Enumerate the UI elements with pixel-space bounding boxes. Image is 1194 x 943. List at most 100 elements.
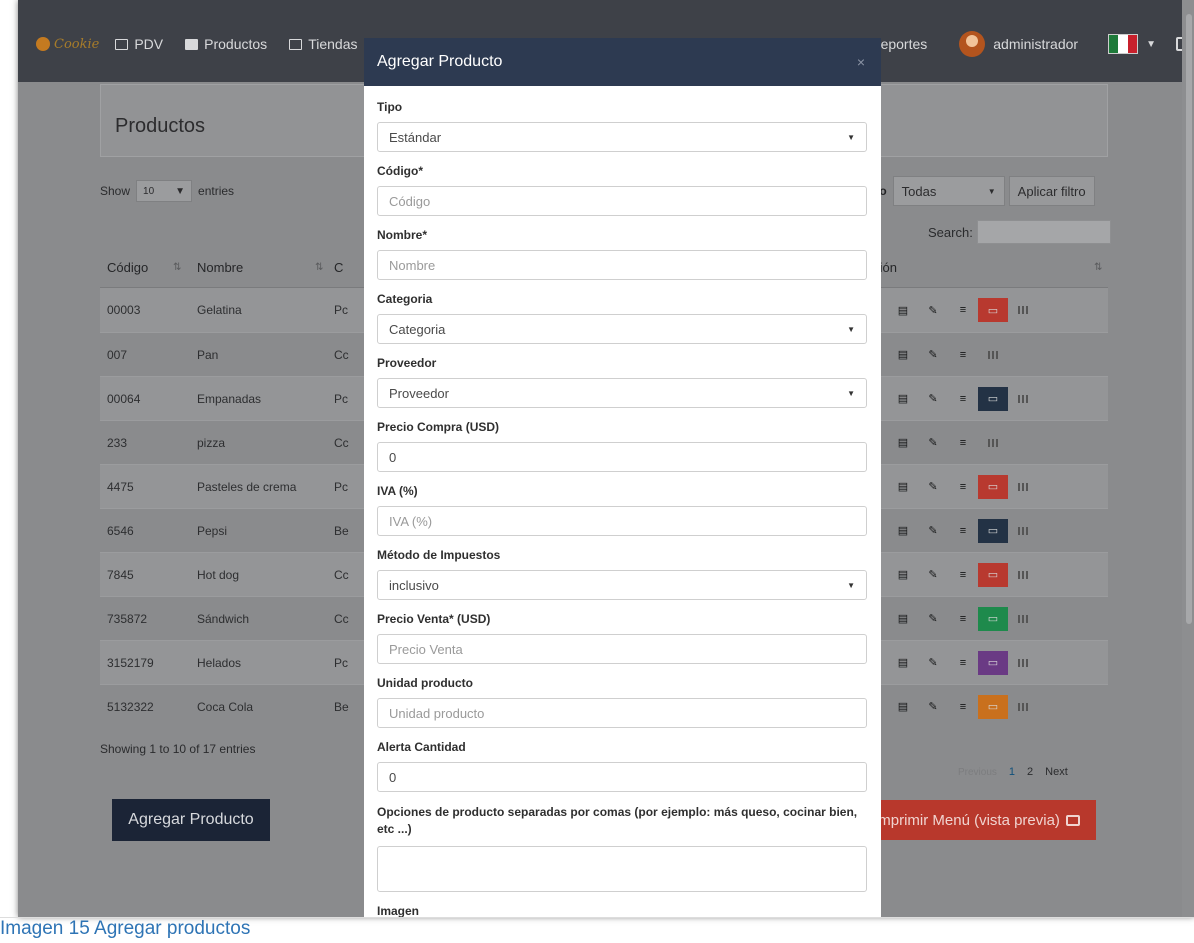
- select-field[interactable]: Categoria ▼: [377, 314, 867, 344]
- select-value: Estándar: [389, 129, 442, 145]
- document-icon[interactable]: ▤: [888, 607, 918, 631]
- app-logo[interactable]: Cookie: [36, 37, 99, 52]
- barcode-icon[interactable]: [1008, 651, 1038, 675]
- column-header-accion[interactable]: Acción⇅: [858, 248, 1108, 287]
- list-icon[interactable]: ≡: [948, 563, 978, 587]
- cell-acciones: ✖▤✎≡▭: [858, 509, 1108, 552]
- edit-icon[interactable]: ✎: [918, 298, 948, 322]
- nav-item-tiendas[interactable]: Tiendas: [289, 36, 357, 52]
- pager-page-1[interactable]: 1: [1009, 766, 1015, 778]
- list-icon[interactable]: ≡: [948, 519, 978, 543]
- image-icon[interactable]: ▭: [978, 518, 1008, 543]
- input-field[interactable]: Nombre: [377, 250, 867, 280]
- column-header-nombre[interactable]: Nombre ⇅: [197, 248, 327, 287]
- image-icon[interactable]: ▭: [978, 606, 1008, 631]
- nav-item-productos[interactable]: Productos: [185, 36, 267, 52]
- edit-icon[interactable]: ✎: [918, 431, 948, 455]
- input-placeholder: Precio Venta: [389, 641, 463, 657]
- close-icon[interactable]: ×: [857, 54, 865, 70]
- barcode-icon[interactable]: [1008, 475, 1038, 499]
- page-title: Productos: [115, 115, 206, 137]
- barcode-icon[interactable]: [1008, 695, 1038, 719]
- apply-filter-button[interactable]: Aplicar filtro: [1008, 176, 1095, 206]
- select-field[interactable]: Estándar ▼: [377, 122, 867, 152]
- edit-icon[interactable]: ✎: [918, 607, 948, 631]
- input-field[interactable]: IVA (%): [377, 506, 867, 536]
- barcode-icon[interactable]: [1008, 298, 1038, 322]
- form-field: Tipo Estándar ▼: [377, 100, 867, 152]
- document-icon[interactable]: ▤: [888, 695, 918, 719]
- field-label: Código*: [377, 164, 423, 178]
- edit-icon[interactable]: ✎: [918, 651, 948, 675]
- entries-select[interactable]: 10 ▼: [136, 180, 193, 202]
- cell-codigo: 007: [107, 347, 128, 362]
- list-icon[interactable]: ≡: [948, 298, 978, 322]
- document-icon[interactable]: ▤: [888, 563, 918, 587]
- filter-select[interactable]: Todas ▼: [892, 176, 1005, 206]
- edit-icon[interactable]: ✎: [918, 519, 948, 543]
- chevron-down-icon[interactable]: ▼: [1146, 39, 1156, 50]
- pager-page-2[interactable]: 2: [1027, 766, 1033, 778]
- pager-next[interactable]: Next: [1045, 766, 1068, 778]
- list-icon[interactable]: ≡: [948, 607, 978, 631]
- scrollbar-thumb[interactable]: [1186, 14, 1192, 624]
- select-field[interactable]: Proveedor ▼: [377, 378, 867, 408]
- document-icon[interactable]: ▤: [888, 651, 918, 675]
- barcode-icon[interactable]: [1008, 563, 1038, 587]
- user-menu[interactable]: administrador: [993, 36, 1078, 52]
- image-icon[interactable]: ▭: [978, 650, 1008, 675]
- input-field[interactable]: Precio Venta: [377, 634, 867, 664]
- add-product-button[interactable]: Agregar Producto: [112, 799, 270, 841]
- edit-icon[interactable]: ✎: [918, 387, 948, 411]
- column-header-categoria[interactable]: C: [334, 248, 354, 287]
- list-icon[interactable]: ≡: [948, 431, 978, 455]
- input-field[interactable]: Código: [377, 186, 867, 216]
- barcode-icon[interactable]: [978, 431, 1008, 455]
- select-field[interactable]: inclusivo ▼: [377, 570, 867, 600]
- edit-icon[interactable]: ✎: [918, 343, 948, 367]
- input-field[interactable]: Unidad producto: [377, 698, 867, 728]
- list-icon[interactable]: ≡: [948, 695, 978, 719]
- document-icon[interactable]: ▤: [888, 387, 918, 411]
- document-icon[interactable]: ▤: [888, 519, 918, 543]
- form-field: Imagen: [377, 904, 867, 917]
- edit-icon[interactable]: ✎: [918, 475, 948, 499]
- input-field[interactable]: 0: [377, 442, 867, 472]
- list-icon[interactable]: ≡: [948, 475, 978, 499]
- barcode-icon[interactable]: [978, 343, 1008, 367]
- cell-codigo: 00003: [107, 303, 141, 317]
- list-icon[interactable]: ≡: [948, 651, 978, 675]
- mexico-flag-icon[interactable]: [1108, 34, 1139, 54]
- nav-item-pdv[interactable]: PDV: [115, 36, 163, 52]
- document-icon[interactable]: ▤: [888, 431, 918, 455]
- column-header-codigo[interactable]: Código ⇅: [107, 248, 187, 287]
- image-icon[interactable]: ▭: [978, 694, 1008, 719]
- user-avatar[interactable]: [959, 31, 986, 57]
- image-icon[interactable]: ▭: [978, 474, 1008, 499]
- document-icon[interactable]: ▤: [888, 343, 918, 367]
- form-field: Precio Venta* (USD) Precio Venta: [377, 612, 867, 664]
- list-icon[interactable]: ≡: [948, 387, 978, 411]
- image-icon[interactable]: ▭: [978, 298, 1008, 322]
- image-icon[interactable]: ▭: [978, 386, 1008, 411]
- pager-previous[interactable]: Previous: [958, 767, 997, 778]
- nav-item-label: Tiendas: [308, 36, 358, 52]
- form-field: Unidad producto Unidad producto: [377, 676, 867, 728]
- list-icon[interactable]: ≡: [948, 343, 978, 367]
- barcode-icon[interactable]: [1008, 519, 1038, 543]
- image-icon[interactable]: ▭: [978, 562, 1008, 587]
- textarea-field[interactable]: [377, 846, 867, 892]
- edit-icon[interactable]: ✎: [918, 695, 948, 719]
- document-icon[interactable]: ▤: [888, 298, 918, 322]
- field-label: Opciones de producto separadas por comas…: [377, 805, 858, 836]
- barcode-icon[interactable]: [1008, 607, 1038, 631]
- edit-icon[interactable]: ✎: [918, 563, 948, 587]
- field-label: Categoria: [377, 292, 433, 306]
- barcode-icon[interactable]: [1008, 387, 1038, 411]
- document-icon[interactable]: ▤: [888, 475, 918, 499]
- search-input[interactable]: [976, 220, 1111, 244]
- page-scrollbar[interactable]: [1182, 0, 1194, 917]
- input-field[interactable]: 0: [377, 762, 867, 792]
- print-menu-button[interactable]: Imprimir Menú (vista previa): [858, 800, 1096, 840]
- entries-label: entries: [198, 184, 235, 198]
